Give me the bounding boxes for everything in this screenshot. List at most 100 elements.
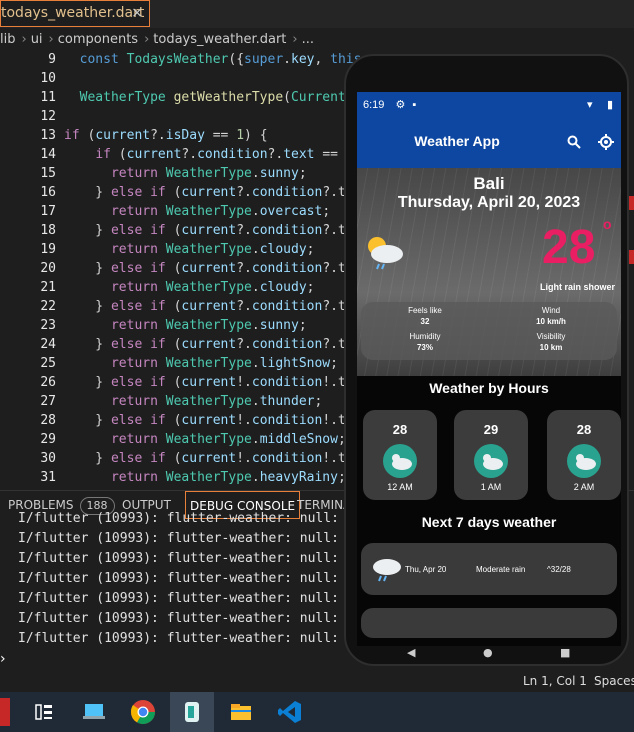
app-icon[interactable] xyxy=(0,698,10,726)
stat-value: 73% xyxy=(416,343,433,352)
file-tab[interactable]: todays_weather.dart4 × xyxy=(0,0,150,27)
line-number: 27 xyxy=(40,394,56,409)
code-text: return WeatherType.lightSnow; xyxy=(110,356,338,371)
line-number: 28 xyxy=(40,413,56,428)
city-name: Bali xyxy=(473,174,505,193)
line-number: 10 xyxy=(40,71,56,86)
line-number: 18 xyxy=(40,223,56,238)
day-forecast-row[interactable]: Thu, Apr 20 Moderate rain ^32/28 xyxy=(361,543,617,595)
hour-temp: 28 xyxy=(392,422,408,437)
line-number: 12 xyxy=(40,109,56,124)
code-text: if (current?.condition?.text == xyxy=(95,147,346,162)
indentation-status[interactable]: Spaces: xyxy=(594,670,634,692)
code-text: } else if (current?.condition?.t xyxy=(64,299,346,314)
settings-icon: ⚙ xyxy=(395,99,406,111)
line-number: 22 xyxy=(40,299,56,314)
log-line: I/flutter (10993): flutter-weather: null… xyxy=(18,551,347,566)
code-text: } else if (current?.condition?.t xyxy=(64,223,346,238)
code-text: return WeatherType.overcast; xyxy=(110,204,331,219)
line-number: 11 xyxy=(40,90,56,105)
code-text: return WeatherType.cloudy; xyxy=(110,242,315,257)
code-text: } else if (current!.condition!.t xyxy=(64,413,346,428)
breadcrumb-file[interactable]: todays_weather.dart xyxy=(153,32,286,47)
log-line: I/flutter (10993): flutter-weather: null… xyxy=(18,611,347,626)
android-emulator-icon[interactable] xyxy=(178,698,206,726)
cursor-position[interactable]: Ln 1, Col 1 xyxy=(523,670,587,692)
scrollbar-marker xyxy=(629,250,634,264)
code-text: } else if (current!.condition!.t xyxy=(64,375,346,390)
stat-label: Feels like xyxy=(408,306,442,315)
search-icon[interactable] xyxy=(567,135,581,149)
network-app-icon[interactable] xyxy=(80,698,108,726)
stat-visibility: Visibility 10 km xyxy=(501,332,601,352)
breadcrumb-more[interactable]: ... xyxy=(302,32,314,47)
code-text: return WeatherType.thunder; xyxy=(110,394,323,409)
line-number: 25 xyxy=(40,356,56,371)
code-text: if (current?.isDay == 1) { xyxy=(64,128,268,143)
weather-stats: Feels like 32 Wind 10 km/h Humidity 73% Vis… xyxy=(361,302,617,360)
log-line: I/flutter (10993): flutter-weather: null… xyxy=(18,511,347,526)
chevron-right-icon: › xyxy=(48,32,54,47)
stat-value: 10 km/h xyxy=(536,317,566,326)
code-text: return WeatherType.sunny; xyxy=(110,318,307,333)
line-number: 14 xyxy=(40,147,56,162)
android-nav-bar: ◀ ● ■ xyxy=(357,646,621,666)
hour-card[interactable]: 28 2 AM xyxy=(547,410,621,500)
cloudy-night-icon xyxy=(474,444,508,478)
day-condition: Moderate rain xyxy=(476,565,526,574)
line-number: 16 xyxy=(40,185,56,200)
hour-temp: 28 xyxy=(576,422,592,437)
line-number: 26 xyxy=(40,375,56,390)
hour-time: 1 AM xyxy=(480,482,502,492)
taskbar xyxy=(0,692,634,732)
code-text: } else if (current!.condition!.t xyxy=(64,451,346,466)
chevron-right-icon: › xyxy=(144,32,150,47)
hour-time: 12 AM xyxy=(387,482,413,492)
stat-humidity: Humidity 73% xyxy=(375,332,475,352)
location-icon[interactable] xyxy=(598,134,614,150)
code-text: } else if (current?.condition?.t xyxy=(64,261,346,276)
current-weather-card: Bali Thursday, April 20, 2023 28 o Light… xyxy=(357,168,621,376)
weather-condition: Light rain shower xyxy=(539,282,615,292)
code-text: return WeatherType.heavyRainy; xyxy=(110,470,346,485)
code-text: return WeatherType.middleSnow; xyxy=(110,432,346,447)
breadcrumb-lib[interactable]: lib xyxy=(0,32,15,47)
day-range: ^32/28 xyxy=(547,565,571,574)
scrollbar-marker xyxy=(629,196,634,210)
hour-card[interactable]: 28 12 AM xyxy=(363,410,437,500)
degree-symbol: o xyxy=(603,216,612,232)
days-section-title: Next 7 days weather xyxy=(421,514,557,530)
line-number: 20 xyxy=(40,261,56,276)
close-icon[interactable]: × xyxy=(131,1,143,26)
code-text: return WeatherType.cloudy; xyxy=(110,280,315,295)
line-number: 21 xyxy=(40,280,56,295)
breadcrumb-components[interactable]: components xyxy=(58,32,138,47)
stat-value: 32 xyxy=(420,317,430,326)
battery-icon: ▮ xyxy=(607,99,614,111)
code-text: } else if (current?.condition?.t xyxy=(64,337,346,352)
line-number: 23 xyxy=(40,318,56,333)
notification-icon: ▪ xyxy=(412,99,417,111)
back-icon[interactable]: ◀ xyxy=(407,646,415,659)
line-number: 17 xyxy=(40,204,56,219)
vscode-icon[interactable] xyxy=(276,698,304,726)
wifi-icon: ▾ xyxy=(587,99,593,111)
hour-card[interactable]: 29 1 AM xyxy=(454,410,528,500)
task-view-icon[interactable] xyxy=(30,698,58,726)
code-text: WeatherType getWeatherType(Current? cur xyxy=(79,90,385,105)
stat-label: Humidity xyxy=(409,332,441,341)
file-explorer-icon[interactable] xyxy=(227,698,255,726)
day-forecast-row[interactable] xyxy=(361,608,617,638)
line-number: 9 xyxy=(48,52,56,67)
chrome-icon[interactable] xyxy=(129,698,157,726)
rain-cloud-icon xyxy=(373,559,401,582)
current-date: Thursday, April 20, 2023 xyxy=(397,194,581,211)
chevron-right-icon: › xyxy=(21,32,27,47)
status-bar: Ln 1, Col 1 Spaces: xyxy=(0,670,634,692)
home-icon[interactable]: ● xyxy=(483,646,493,659)
recents-icon[interactable]: ■ xyxy=(560,646,570,659)
stat-feels-like: Feels like 32 xyxy=(375,306,475,326)
stat-value: 10 km xyxy=(539,343,563,352)
breadcrumb-ui[interactable]: ui xyxy=(31,32,43,47)
day-date: Thu, Apr 20 xyxy=(405,565,447,574)
